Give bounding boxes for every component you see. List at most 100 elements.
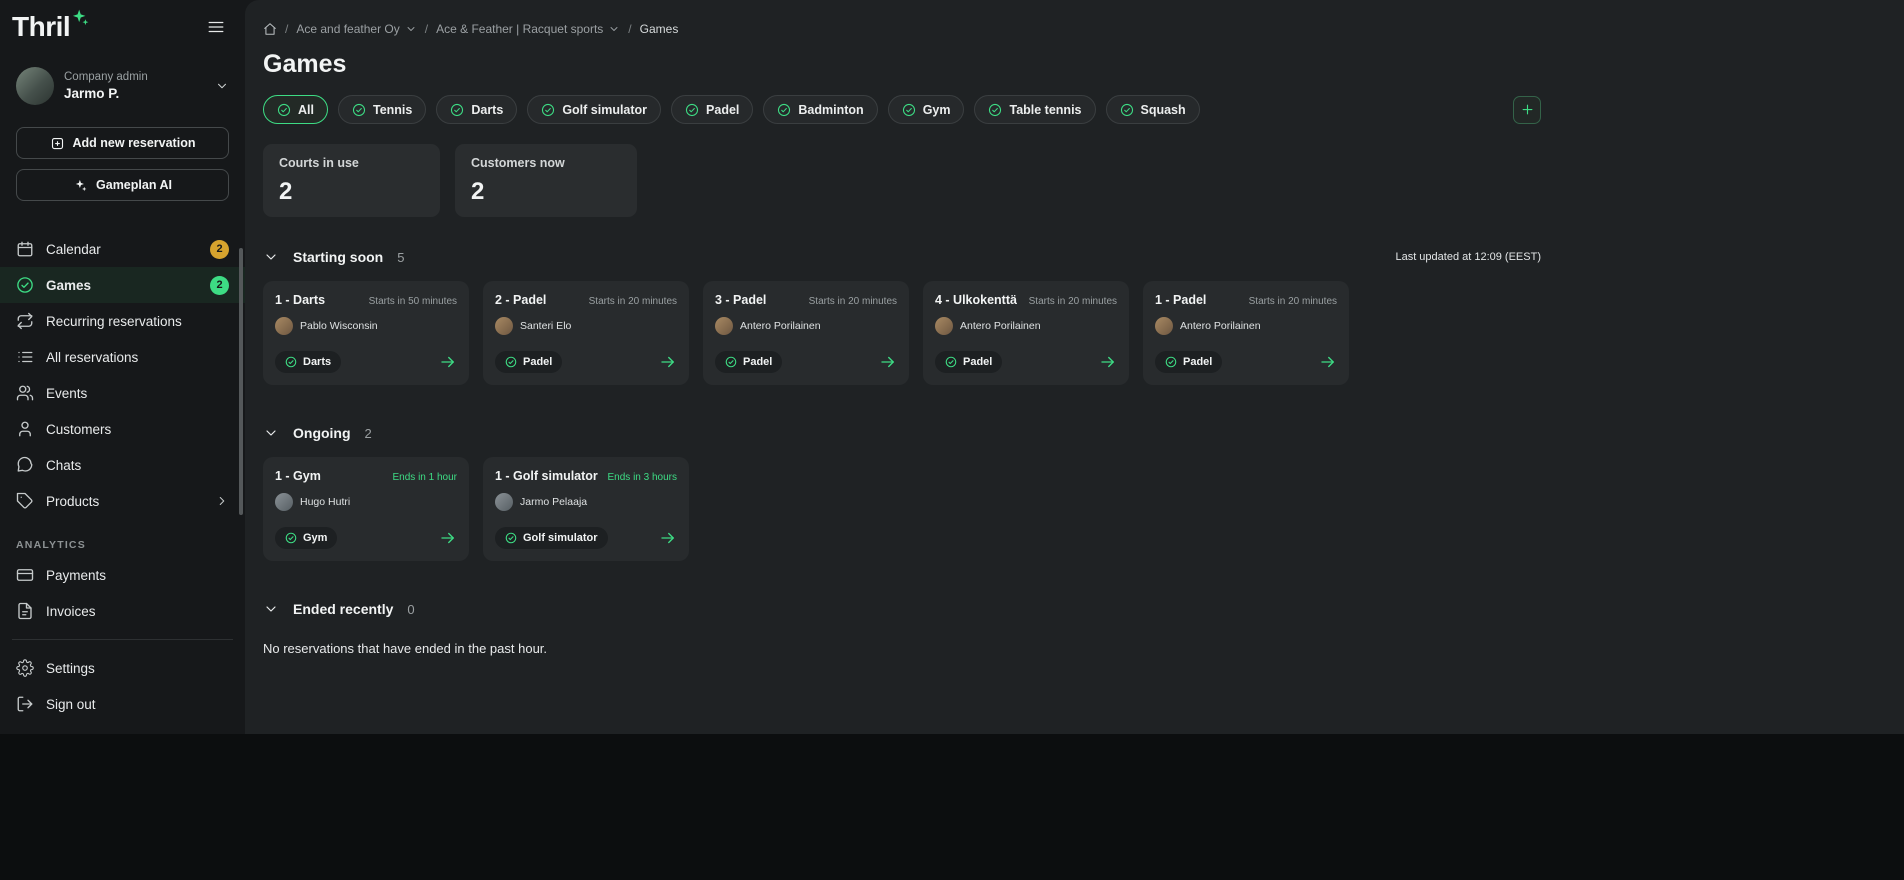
check-circle-icon [541, 103, 555, 117]
check-circle-icon [945, 356, 957, 368]
breadcrumb-separator: / [425, 22, 428, 36]
sport-badge-label: Darts [303, 356, 331, 368]
sport-badge-label: Padel [523, 356, 552, 368]
chevron-down-icon[interactable] [405, 23, 417, 35]
filter-chip-label: Darts [471, 103, 503, 117]
calendar-count-badge: 2 [210, 240, 229, 259]
products-icon [16, 492, 34, 510]
reservation-card[interactable]: 1 - DartsStarts in 50 minutes Pablo Wisc… [263, 281, 469, 385]
events-icon [16, 384, 34, 402]
sidebar-scrollbar[interactable] [239, 248, 243, 515]
sidebar-collapse-button[interactable] [203, 14, 229, 43]
section-title: Ended recently [293, 601, 393, 617]
app-logo[interactable]: Thril [12, 12, 90, 43]
add-button[interactable] [1513, 96, 1541, 124]
sidebar-item-label: All reservations [46, 350, 138, 365]
filter-chip-label: Squash [1141, 103, 1186, 117]
settings-icon [16, 659, 34, 677]
reservation-card[interactable]: 2 - PadelStarts in 20 minutes Santeri El… [483, 281, 689, 385]
analytics-section-label: ANALYTICS [16, 539, 229, 551]
sidebar-item-all-reservations[interactable]: All reservations [0, 339, 245, 375]
breadcrumb-item-company[interactable]: Ace and feather Oy [296, 22, 416, 36]
sidebar-item-label: Games [46, 278, 91, 293]
filter-chip-padel[interactable]: Padel [671, 95, 753, 124]
page-title: Games [263, 50, 1541, 79]
reservation-card[interactable]: 3 - PadelStarts in 20 minutes Antero Por… [703, 281, 909, 385]
invoices-icon [16, 602, 34, 620]
filter-chip-tennis[interactable]: Tennis [338, 95, 426, 124]
arrow-right-icon[interactable] [1319, 353, 1337, 371]
arrow-right-icon[interactable] [659, 353, 677, 371]
stat-card-courts-in-use: Courts in use 2 [263, 144, 440, 217]
person-name: Antero Porilainen [740, 320, 821, 332]
arrow-right-icon[interactable] [439, 529, 457, 547]
card-time: Ends in 1 hour [393, 472, 458, 483]
chevron-down-icon[interactable] [263, 249, 279, 265]
breadcrumb-separator: / [628, 22, 631, 36]
breadcrumb-item-venue[interactable]: Ace & Feather | Racquet sports [436, 22, 620, 36]
add-new-reservation-button[interactable]: Add new reservation [16, 127, 229, 159]
filter-chip-squash[interactable]: Squash [1106, 95, 1200, 124]
add-new-reservation-label: Add new reservation [73, 136, 196, 150]
reservation-card[interactable]: 4 - UlkokenttäStarts in 20 minutes Anter… [923, 281, 1129, 385]
sidebar-item-customers[interactable]: Customers [0, 411, 245, 447]
check-circle-icon [277, 103, 291, 117]
check-circle-icon [505, 356, 517, 368]
section-count: 2 [365, 426, 372, 441]
card-title: 3 - Padel [715, 293, 766, 307]
sidebar-item-payments[interactable]: Payments [0, 557, 245, 593]
sidebar-divider [12, 639, 233, 640]
check-circle-icon [450, 103, 464, 117]
person-name: Jarmo Pelaaja [520, 496, 587, 508]
sidebar-item-label: Settings [46, 661, 95, 676]
gameplan-ai-button[interactable]: Gameplan AI [16, 169, 229, 201]
chevron-down-icon[interactable] [263, 425, 279, 441]
filter-bar: All Tennis Darts Golf simulator [263, 95, 1541, 124]
sport-badge-label: Padel [743, 356, 772, 368]
home-icon[interactable] [263, 22, 277, 36]
filter-chip-golf-simulator[interactable]: Golf simulator [527, 95, 661, 124]
sport-badge: Padel [935, 351, 1002, 373]
chevron-down-icon [215, 79, 229, 93]
sidebar-item-products[interactable]: Products [0, 483, 245, 519]
filter-chip-gym[interactable]: Gym [888, 95, 965, 124]
sidebar-item-events[interactable]: Events [0, 375, 245, 411]
person-name: Santeri Elo [520, 320, 571, 332]
sidebar-item-games[interactable]: Games 2 [0, 267, 245, 303]
section-ongoing-header: Ongoing 2 [263, 425, 1541, 441]
sidebar-item-settings[interactable]: Settings [0, 650, 245, 686]
chevron-down-icon[interactable] [608, 23, 620, 35]
user-profile[interactable]: Company admin Jarmo P. [16, 67, 229, 105]
customers-icon [16, 420, 34, 438]
app-logo-text: Thril [12, 12, 70, 43]
section-starting-soon-header: Starting soon 5 Last updated at 12:09 (E… [263, 249, 1541, 265]
card-time: Starts in 50 minutes [369, 296, 457, 307]
sidebar-item-chats[interactable]: Chats [0, 447, 245, 483]
reservation-card[interactable]: 1 - PadelStarts in 20 minutes Antero Por… [1143, 281, 1349, 385]
check-circle-icon [725, 356, 737, 368]
reservation-card[interactable]: 1 - GymEnds in 1 hour Hugo Hutri Gym [263, 457, 469, 561]
recurring-icon [16, 312, 34, 330]
filter-chip-label: Badminton [798, 103, 863, 117]
filter-chip-label: Tennis [373, 103, 412, 117]
filter-chip-badminton[interactable]: Badminton [763, 95, 877, 124]
filter-chip-all[interactable]: All [263, 95, 328, 124]
arrow-right-icon[interactable] [1099, 353, 1117, 371]
filter-chip-table-tennis[interactable]: Table tennis [974, 95, 1095, 124]
filter-chip-darts[interactable]: Darts [436, 95, 517, 124]
reservation-card[interactable]: 1 - Golf simulatorEnds in 3 hours Jarmo … [483, 457, 689, 561]
check-circle-icon [1120, 103, 1134, 117]
sidebar-item-calendar[interactable]: Calendar 2 [0, 231, 245, 267]
arrow-right-icon[interactable] [659, 529, 677, 547]
section-title: Starting soon [293, 249, 383, 265]
card-time: Ends in 3 hours [608, 472, 678, 483]
arrow-right-icon[interactable] [439, 353, 457, 371]
app-root: Thril Company admin Jarmo P. Add new res [0, 0, 1904, 734]
sidebar-item-sign-out[interactable]: Sign out [0, 686, 245, 722]
chevron-down-icon[interactable] [263, 601, 279, 617]
sidebar-item-recurring-reservations[interactable]: Recurring reservations [0, 303, 245, 339]
arrow-right-icon[interactable] [879, 353, 897, 371]
sidebar-item-invoices[interactable]: Invoices [0, 593, 245, 629]
gameplan-ai-label: Gameplan AI [96, 178, 172, 192]
card-title: 2 - Padel [495, 293, 546, 307]
